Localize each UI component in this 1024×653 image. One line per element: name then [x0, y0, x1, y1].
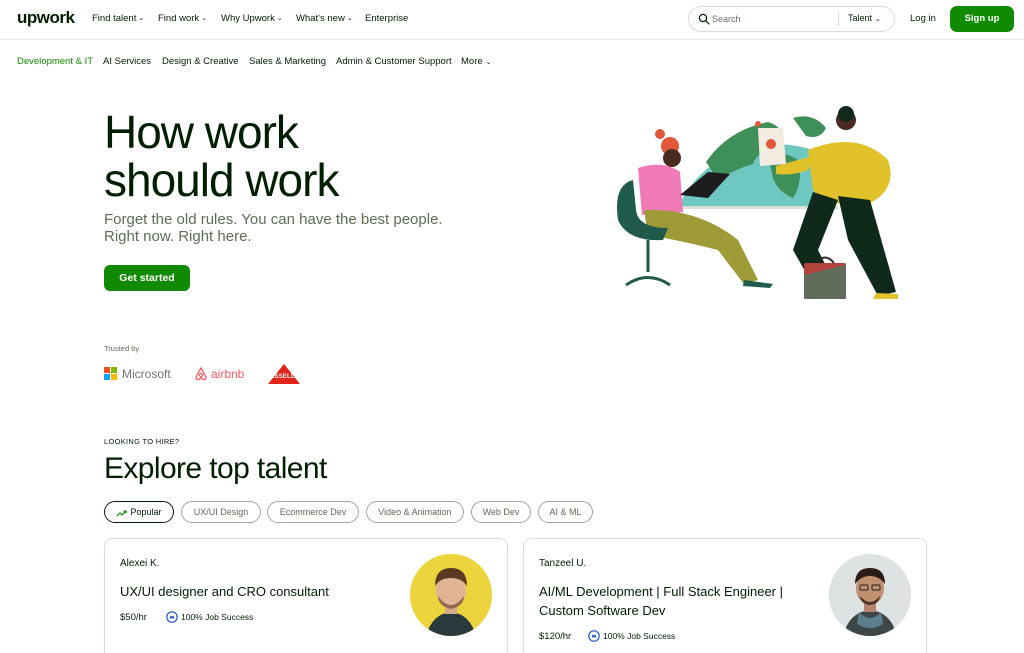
talent-role: UX/UI designer and CRO consultant	[120, 584, 329, 599]
top-navigation: upwork Find talent ⌄ Find work ⌄ Why Upwor…	[0, 0, 1024, 40]
hero-subtitle-line-2: Right now. Right here.	[104, 228, 252, 245]
job-success-label: 100% Job Success	[181, 612, 254, 622]
search-input[interactable]: Search	[712, 14, 741, 24]
category-sales-marketing[interactable]: Sales & Marketing	[249, 56, 326, 67]
chip-ux-ui-design[interactable]: UX/UI Design	[181, 501, 261, 523]
avatar-photo	[410, 554, 492, 636]
get-started-button[interactable]: Get started	[104, 265, 190, 291]
talent-role: AI/ML Development | Full Stack Engineer …	[539, 584, 783, 618]
nav-find-talent[interactable]: Find talent ⌄	[92, 13, 144, 24]
talent-name: Alexei K.	[120, 558, 160, 569]
microsoft-wordmark: Microsoft	[122, 367, 171, 381]
chevron-down-icon: ⌄	[875, 16, 881, 23]
chevron-down-icon: ⌄	[346, 15, 353, 22]
talent-rate: $50/hr	[120, 612, 147, 623]
airbnb-wordmark: airbnb	[211, 367, 245, 381]
chevron-down-icon: ⌄	[276, 15, 283, 22]
category-navigation: Development & IT AI Services Design & Cr…	[0, 41, 1024, 79]
search-scope-label: Talent	[848, 13, 873, 23]
category-more-label: More	[461, 56, 483, 67]
hero-title-line-1: How work	[104, 106, 299, 158]
talent-name: Tanzeel U.	[539, 558, 587, 569]
chip-ecommerce-dev[interactable]: Ecommerce Dev	[267, 501, 359, 523]
upwork-logo[interactable]: upwork	[17, 8, 75, 28]
hero-title-line-2: should work	[104, 154, 339, 206]
nav-enterprise[interactable]: Enterprise	[365, 13, 408, 24]
nav-find-talent-label: Find talent	[92, 13, 137, 24]
hero-title: How work should work	[104, 108, 464, 204]
category-more[interactable]: More ⌄	[461, 56, 492, 67]
nav-find-work[interactable]: Find work ⌄	[158, 13, 207, 24]
chevron-down-icon: ⌄	[201, 15, 208, 22]
search-divider	[838, 12, 839, 26]
airbnb-belo-icon	[195, 367, 207, 381]
bissell-logo: BISSELL	[266, 364, 302, 384]
talent-card[interactable]: Alexei K. UX/UI designer and CRO consult…	[104, 538, 508, 653]
trending-up-icon	[117, 510, 128, 517]
login-link[interactable]: Log in	[910, 13, 936, 24]
chevron-down-icon: ⌄	[485, 59, 492, 66]
category-development-it[interactable]: Development & IT	[17, 56, 93, 67]
talent-rate: $120/hr	[539, 631, 572, 642]
nav-why-upwork-label: Why Upwork	[221, 13, 275, 24]
microsoft-grid-icon	[104, 367, 118, 381]
search-scope-dropdown[interactable]: Talent ⌄	[848, 13, 881, 23]
job-success: 100% Job Success	[588, 630, 675, 642]
trusted-by-label: Trusted by	[104, 344, 140, 353]
nav-whats-new[interactable]: What's new ⌄	[296, 13, 353, 24]
hero-subtitle: Forget the old rules. You can have the b…	[104, 211, 484, 245]
job-success-badge-icon	[588, 630, 600, 642]
job-success-badge-icon	[166, 611, 178, 623]
avatar	[410, 554, 492, 636]
chip-video-animation[interactable]: Video & Animation	[366, 501, 464, 523]
airbnb-logo: airbnb	[194, 364, 244, 384]
search-icon	[698, 13, 710, 25]
hero-illustration	[617, 106, 898, 299]
chip-popular[interactable]: Popular	[104, 501, 174, 523]
job-success: 100% Job Success	[166, 611, 253, 623]
category-admin-support[interactable]: Admin & Customer Support	[336, 56, 452, 67]
avatar	[829, 554, 911, 636]
chip-web-dev[interactable]: Web Dev	[471, 501, 531, 523]
avatar-photo	[829, 554, 911, 636]
nav-find-work-label: Find work	[158, 13, 200, 24]
explore-title: Explore top talent	[104, 452, 327, 485]
chevron-down-icon: ⌄	[138, 15, 145, 22]
chip-popular-label: Popular	[130, 507, 162, 517]
bissell-mark: BISSELL	[266, 364, 302, 384]
job-success-label: 100% Job Success	[603, 631, 676, 641]
category-design-creative[interactable]: Design & Creative	[162, 56, 239, 67]
microsoft-logo: Microsoft	[104, 364, 171, 384]
category-ai-services[interactable]: AI Services	[103, 56, 151, 67]
nav-why-upwork[interactable]: Why Upwork ⌄	[221, 13, 283, 24]
signup-button[interactable]: Sign up	[950, 6, 1014, 32]
talent-card[interactable]: Tanzeel U. AI/ML Development | Full Stac…	[523, 538, 927, 653]
chip-ai-ml[interactable]: AI & ML	[538, 501, 593, 523]
hero-subtitle-line-1: Forget the old rules. You can have the b…	[104, 211, 443, 228]
nav-whats-new-label: What's new	[296, 13, 345, 24]
looking-to-hire-eyebrow: LOOKING TO HIRE?	[104, 437, 180, 446]
search-bar[interactable]: Search Talent ⌄	[688, 6, 895, 32]
nav-enterprise-label: Enterprise	[365, 13, 409, 24]
bissell-wordmark: BISSELL	[268, 374, 295, 380]
